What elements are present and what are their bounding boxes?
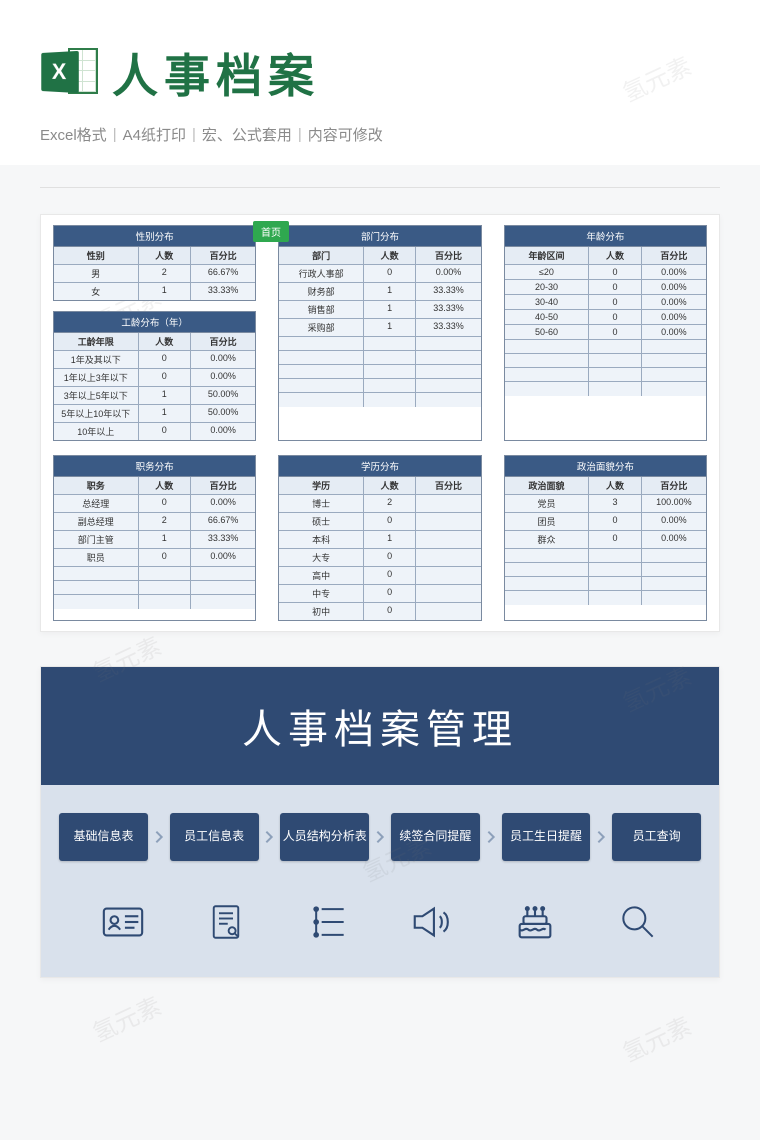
chevron-right-icon bbox=[148, 829, 170, 845]
flow-employee-info[interactable]: 员工信息表 bbox=[170, 813, 259, 861]
flow-basic-info[interactable]: 基础信息表 bbox=[59, 813, 148, 861]
chevron-right-icon bbox=[480, 829, 502, 845]
political-table: 政治面貌分布政治面貌人数百分比党员3100.00%团员00.00%群众00.00… bbox=[504, 455, 707, 621]
search-icon bbox=[611, 895, 665, 949]
divider bbox=[40, 187, 720, 188]
subtitle: Excel格式| A4纸打印| 宏、公式套用| 内容可修改 bbox=[40, 124, 720, 145]
flow-birthday-reminder[interactable]: 员工生日提醒 bbox=[502, 813, 591, 861]
watermark: 氢元素 bbox=[86, 986, 166, 1048]
chevron-right-icon bbox=[369, 829, 391, 845]
panel-title: 人事档案管理 bbox=[41, 667, 719, 785]
page-title: 人事档案 bbox=[112, 40, 320, 106]
flow-row: 基础信息表 员工信息表 人员结构分析表 续签合同提醒 员工生日提醒 员工查询 bbox=[41, 813, 719, 861]
speaker-icon bbox=[405, 895, 459, 949]
edu-table: 学历分布学历人数百分比博士2硕士0本科1大专0高中0中专0初中0 bbox=[278, 455, 481, 621]
home-badge[interactable]: 首页 bbox=[253, 221, 289, 242]
flow-contract-reminder[interactable]: 续签合同提醒 bbox=[391, 813, 480, 861]
flow-structure-analysis[interactable]: 人员结构分析表 bbox=[280, 813, 369, 861]
watermark: 氢元素 bbox=[616, 1006, 696, 1068]
chevron-right-icon bbox=[259, 829, 281, 845]
dept-table: 部门分布部门人数百分比行政人事部00.00%财务部133.33%销售部133.3… bbox=[278, 225, 481, 441]
gender-table: 性别分布性别人数百分比男266.67%女133.33% bbox=[53, 225, 256, 301]
document-icon bbox=[199, 895, 253, 949]
list-icon bbox=[302, 895, 356, 949]
preview-card: 首页 性别分布性别人数百分比男266.67%女133.33% 工龄分布（年）工龄… bbox=[40, 214, 720, 632]
age-table: 年龄分布年龄区间人数百分比≤2000.00%20-3000.00%30-4000… bbox=[504, 225, 707, 441]
management-panel: 人事档案管理 基础信息表 员工信息表 人员结构分析表 续签合同提醒 员工生日提醒… bbox=[40, 666, 720, 978]
id-card-icon bbox=[96, 895, 150, 949]
header: X 人事档案 Excel格式| A4纸打印| 宏、公式套用| 内容可修改 bbox=[0, 0, 760, 165]
cake-icon bbox=[508, 895, 562, 949]
excel-icon: X bbox=[40, 44, 98, 102]
tenure-table: 工龄分布（年）工龄年限人数百分比1年及其以下00.00%1年以上3年以下00.0… bbox=[53, 311, 256, 441]
flow-employee-query[interactable]: 员工查询 bbox=[612, 813, 701, 861]
position-table: 职务分布职务人数百分比总经理00.00%副总经理266.67%部门主管133.3… bbox=[53, 455, 256, 621]
chevron-right-icon bbox=[590, 829, 612, 845]
